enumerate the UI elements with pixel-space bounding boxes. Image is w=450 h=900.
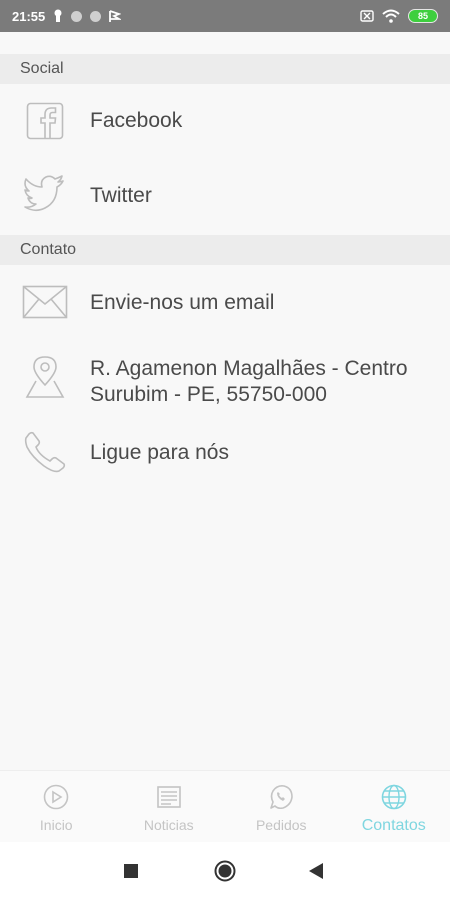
battery-icon: 85 (408, 9, 438, 23)
globe-icon (380, 783, 408, 811)
nav-label: Contatos (361, 817, 426, 834)
whatsapp-icon (267, 783, 295, 811)
recent-apps-button[interactable] (124, 864, 138, 878)
nav-label: Noticias (143, 817, 194, 833)
list-item-label-line2: Surubim - PE, 55750-000 (90, 383, 327, 406)
map-pin-icon (22, 354, 68, 400)
list-item-label: Ligue para nós (90, 441, 229, 464)
nav-label: Pedidos (255, 817, 307, 833)
section-header-social: Social (0, 54, 450, 84)
sim-off-icon (360, 10, 374, 22)
section-header-contato: Contato (0, 235, 450, 265)
nav-item-noticias[interactable]: Noticias (113, 771, 226, 842)
back-button[interactable] (309, 863, 323, 879)
facebook-icon (22, 98, 68, 144)
envelope-icon (22, 279, 68, 325)
status-bar: 21:55 85 (0, 0, 450, 32)
flag-icon (109, 9, 122, 23)
home-button[interactable] (214, 860, 236, 882)
list-item-label-line1: R. Agamenon Magalhães - Centro (90, 357, 408, 380)
nav-item-pedidos[interactable]: Pedidos (225, 771, 338, 842)
list-item-facebook[interactable]: Facebook (0, 84, 450, 158)
newspaper-icon (155, 783, 183, 811)
list-item-phone[interactable]: Ligue para nós (0, 415, 450, 490)
nav-item-inicio[interactable]: Inicio (0, 771, 113, 842)
twitter-icon (22, 172, 68, 218)
list-item-label: Envie-nos um email (90, 291, 275, 314)
list-item-address[interactable]: R. Agamenon Magalhães - Centro Surubim -… (0, 340, 450, 415)
wifi-icon (382, 9, 400, 23)
status-time: 21:55 (12, 8, 46, 24)
list-item-twitter[interactable]: Twitter (0, 158, 450, 233)
list-item-label: Twitter (90, 184, 152, 207)
phone-icon (22, 429, 68, 475)
nav-label: Inicio (39, 817, 73, 833)
circle-icon (71, 10, 83, 22)
bottom-nav: Inicio Noticias Pedidos Contatos (0, 770, 450, 842)
system-nav-bar (0, 842, 450, 900)
nav-item-contatos[interactable]: Contatos (338, 771, 450, 842)
list-item-label: Facebook (90, 109, 183, 132)
circle-icon (90, 10, 102, 22)
play-circle-icon (42, 783, 70, 811)
keyhole-icon (53, 9, 63, 23)
list-item-email[interactable]: Envie-nos um email (0, 265, 450, 340)
